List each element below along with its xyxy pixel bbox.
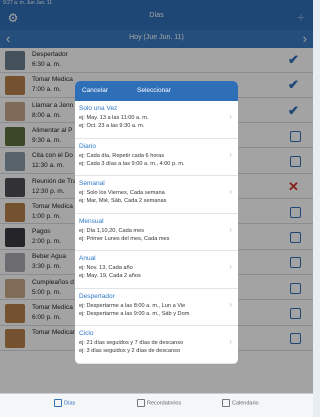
repeat-type-picker: Cancelar Seleccionar Solo una Vez ej: May… [75, 81, 238, 364]
repeat-option[interactable]: Despertador ej: Despertarme a las 8:00 a.… [75, 289, 238, 327]
repeat-option-example: ej: 21 días seguidos y 7 días de descans… [79, 340, 184, 347]
calendar-grid-icon [54, 399, 62, 407]
chevron-right-icon: › [229, 112, 232, 121]
tab-bar: Días Recordatorios Calendario [0, 393, 313, 417]
tab-label: Recordatorios [147, 400, 182, 407]
repeat-option[interactable]: Diario ej: Cada día, Repetir cada 6 horas… [75, 139, 238, 177]
repeat-option-example: ej: Oct. 23 a las 9:30 a. m. [79, 123, 145, 129]
cancel-button[interactable]: Cancelar [82, 87, 108, 94]
repeat-option-example: ej: Solo los Viernes, Cada semana [79, 190, 165, 197]
tab-calendario[interactable]: Calendario [222, 399, 259, 415]
chevron-right-icon: › [229, 337, 232, 347]
tab-recordatorios[interactable]: Recordatorios [137, 399, 181, 415]
repeat-option-example: ej: Despertarme a las 8:00 a. m., Lun a … [79, 302, 186, 309]
repeat-option-example: ej: Cada día, Repetir cada 6 horas [79, 152, 165, 159]
chevron-right-icon: › [229, 149, 232, 159]
repeat-option-example: ej: May. 13 a las 11:00 a. m. [79, 115, 149, 121]
repeat-option-title: Mensual [79, 217, 104, 225]
repeat-option-title: Solo una Vez [79, 105, 118, 112]
repeat-option-title: Diario [79, 142, 96, 150]
repeat-option-title: Anual [79, 255, 96, 263]
repeat-option-example: ej: Cada 3 días a las 9:00 a. m., 4:00 p… [79, 160, 185, 167]
calendar-icon [222, 399, 230, 407]
repeat-option-example: ej: Mar, Mié, Sáb, Cada 2 semanas [79, 198, 167, 205]
repeat-option[interactable]: Semanal ej: Solo los Viernes, Cada semana… [75, 176, 238, 214]
tab-días[interactable]: Días [54, 399, 75, 415]
chevron-right-icon: › [229, 224, 232, 234]
list-icon [137, 399, 145, 407]
chevron-right-icon: › [229, 187, 232, 197]
repeat-option-title: Despertador [79, 292, 115, 300]
repeat-option-example: ej: Primer Lunes del mes, Cada mes [79, 235, 170, 242]
repeat-option-example: ej: 3 días seguidos y 2 días de descanso [79, 348, 181, 355]
repeat-option-example: ej: Despertarme a las 9:00 a. m., Sáb y … [79, 310, 190, 317]
repeat-option[interactable]: Ciclo ej: 21 días seguidos y 7 días de de… [75, 326, 238, 364]
picker-header: Cancelar Seleccionar [75, 81, 238, 101]
chevron-right-icon: › [229, 299, 232, 309]
repeat-option[interactable]: Anual ej: Nov. 13, Cada año ej: May. 19, C… [75, 251, 238, 289]
tab-label: Calendario [232, 400, 259, 407]
repeat-option-title: Ciclo [79, 330, 94, 338]
tab-label: Días [64, 400, 76, 407]
chevron-right-icon: › [229, 262, 232, 272]
repeat-option[interactable]: Mensual ej: Día 1,10,20, Cada mes ej: Prim… [75, 214, 238, 252]
repeat-option[interactable]: Solo una Vez ej: May. 13 a las 11:00 a. m… [75, 101, 238, 139]
repeat-option-title: Semanal [79, 180, 105, 188]
repeat-option-example: ej: Día 1,10,20, Cada mes [79, 227, 144, 234]
repeat-option-example: ej: May. 19, Cada 2 años [79, 273, 141, 280]
repeat-option-example: ej: Nov. 13, Cada año [79, 265, 133, 272]
picker-title: Seleccionar [137, 87, 171, 94]
